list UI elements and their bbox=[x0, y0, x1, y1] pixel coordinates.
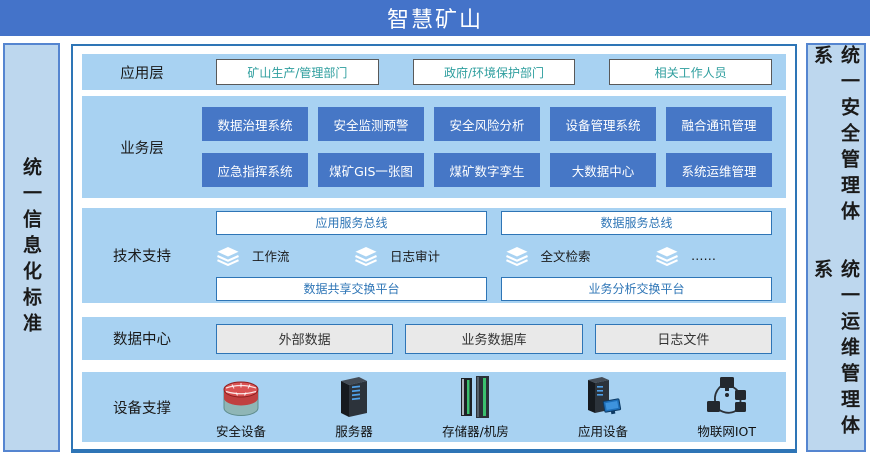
middleware-fulltext-search: 全文检索 bbox=[505, 246, 591, 266]
right-pillar-label-ops: 统一运维管理体系 bbox=[809, 259, 863, 451]
business-row-1: 数据治理系统 安全监测预警 安全风险分析 设备管理系统 融合通讯管理 bbox=[202, 107, 772, 141]
data-box-external-data: 外部数据 bbox=[216, 324, 393, 354]
equipment-label: 应用设备 bbox=[578, 421, 628, 440]
business-row-2: 应急指挥系统 煤矿GIS一张图 煤矿数字孪生 大数据中心 系统运维管理 bbox=[202, 153, 772, 187]
data-box-business-database: 业务数据库 bbox=[405, 324, 582, 354]
data-sharing-exchange-platform: 数据共享交换平台 bbox=[216, 277, 487, 301]
layer-equipment-content: 安全设备 服务器 bbox=[202, 373, 786, 442]
business-box-device-management: 设备管理系统 bbox=[550, 107, 656, 141]
layer-application: 应用层 矿山生产/管理部门 政府/环境保护部门 相关工作人员 bbox=[82, 54, 786, 90]
architecture-main-panel: 应用层 矿山生产/管理部门 政府/环境保护部门 相关工作人员 业务层 数据治理系… bbox=[71, 44, 797, 453]
layer-data-center: 数据中心 外部数据 业务数据库 日志文件 bbox=[82, 317, 786, 360]
layer-business: 业务层 数据治理系统 安全监测预警 安全风险分析 设备管理系统 融合通讯管理 应… bbox=[82, 96, 786, 198]
business-box-comms-management: 融合通讯管理 bbox=[666, 107, 772, 141]
application-box-related-staff: 相关工作人员 bbox=[609, 59, 772, 85]
layer-tech-support-label: 技术支持 bbox=[82, 245, 202, 266]
business-box-safety-monitoring: 安全监测预警 bbox=[318, 107, 424, 141]
iot-icon bbox=[704, 373, 750, 419]
page-title-text: 智慧矿山 bbox=[387, 2, 483, 34]
service-bus-row: 应用服务总线 数据服务总线 bbox=[216, 211, 772, 235]
data-box-log-files: 日志文件 bbox=[595, 324, 772, 354]
middleware-label: …… bbox=[691, 248, 716, 263]
layer-tech-support-content: 应用服务总线 数据服务总线 工作流 bbox=[202, 211, 786, 301]
storage-icon bbox=[455, 373, 495, 419]
layer-equipment: 设备支撑 安全设备 bbox=[82, 372, 786, 442]
equipment-storage: 存储器/机房 bbox=[442, 373, 509, 440]
equipment-label: 安全设备 bbox=[216, 421, 266, 440]
layers-stack-icon bbox=[505, 246, 529, 266]
layers-stack-icon bbox=[655, 246, 679, 266]
layers-stack-icon bbox=[216, 246, 240, 266]
data-service-bus: 数据服务总线 bbox=[501, 211, 772, 235]
layer-business-label: 业务层 bbox=[82, 137, 202, 158]
application-box-mine-production: 矿山生产/管理部门 bbox=[216, 59, 379, 85]
app-service-bus: 应用服务总线 bbox=[216, 211, 487, 235]
layer-business-content: 数据治理系统 安全监测预警 安全风险分析 设备管理系统 融合通讯管理 应急指挥系… bbox=[202, 107, 786, 187]
equipment-label: 存储器/机房 bbox=[442, 421, 509, 440]
equipment-server: 服务器 bbox=[335, 373, 373, 440]
business-box-system-ops: 系统运维管理 bbox=[666, 153, 772, 187]
layer-data-center-label: 数据中心 bbox=[82, 328, 202, 349]
equipment-label: 服务器 bbox=[335, 421, 373, 440]
business-analysis-exchange-platform: 业务分析交换平台 bbox=[501, 277, 772, 301]
business-box-big-data-center: 大数据中心 bbox=[550, 153, 656, 187]
layers-stack-icon bbox=[354, 246, 378, 266]
layer-equipment-label: 设备支撑 bbox=[82, 397, 202, 418]
firewall-icon bbox=[218, 375, 264, 419]
middleware-label: 日志审计 bbox=[390, 246, 440, 265]
middleware-more: …… bbox=[655, 246, 716, 266]
right-pillar-label-security: 统一安全管理体系 bbox=[809, 45, 863, 237]
business-box-digital-twin: 煤矿数字孪生 bbox=[434, 153, 540, 187]
business-box-emergency-command: 应急指挥系统 bbox=[202, 153, 308, 187]
middleware-row: 工作流 日志审计 bbox=[216, 242, 772, 270]
right-pillar-unified-systems: 统一安全管理体系 统一运维管理体系 bbox=[806, 43, 866, 452]
layer-data-center-content: 外部数据 业务数据库 日志文件 bbox=[202, 324, 786, 354]
left-pillar-label: 统一信息化标准 bbox=[18, 157, 45, 339]
layer-application-content: 矿山生产/管理部门 政府/环境保护部门 相关工作人员 bbox=[202, 59, 786, 85]
middleware-label: 全文检索 bbox=[541, 246, 591, 265]
layer-application-label: 应用层 bbox=[82, 62, 202, 83]
business-box-risk-analysis: 安全风险分析 bbox=[434, 107, 540, 141]
platform-row: 数据共享交换平台 业务分析交换平台 bbox=[216, 277, 772, 301]
equipment-iot: 物联网IOT bbox=[697, 373, 756, 440]
page-title: 智慧矿山 bbox=[0, 0, 870, 36]
smart-mine-architecture-diagram: 智慧矿山 统一信息化标准 统一安全管理体系 统一运维管理体系 应用层 矿山生产/… bbox=[0, 0, 870, 457]
business-box-data-governance: 数据治理系统 bbox=[202, 107, 308, 141]
equipment-security-device: 安全设备 bbox=[216, 375, 266, 440]
equipment-app-device: 应用设备 bbox=[578, 373, 628, 440]
middleware-label: 工作流 bbox=[252, 246, 290, 265]
layer-tech-support: 技术支持 应用服务总线 数据服务总线 bbox=[82, 208, 786, 303]
left-pillar-unified-info-standard: 统一信息化标准 bbox=[3, 43, 60, 452]
application-box-government-env: 政府/环境保护部门 bbox=[413, 59, 576, 85]
business-box-gis-one-map: 煤矿GIS一张图 bbox=[318, 153, 424, 187]
equipment-label: 物联网IOT bbox=[697, 421, 756, 440]
middleware-log-audit: 日志审计 bbox=[354, 246, 440, 266]
middleware-workflow: 工作流 bbox=[216, 246, 290, 266]
server-icon bbox=[336, 373, 372, 419]
app-device-icon bbox=[582, 373, 624, 419]
